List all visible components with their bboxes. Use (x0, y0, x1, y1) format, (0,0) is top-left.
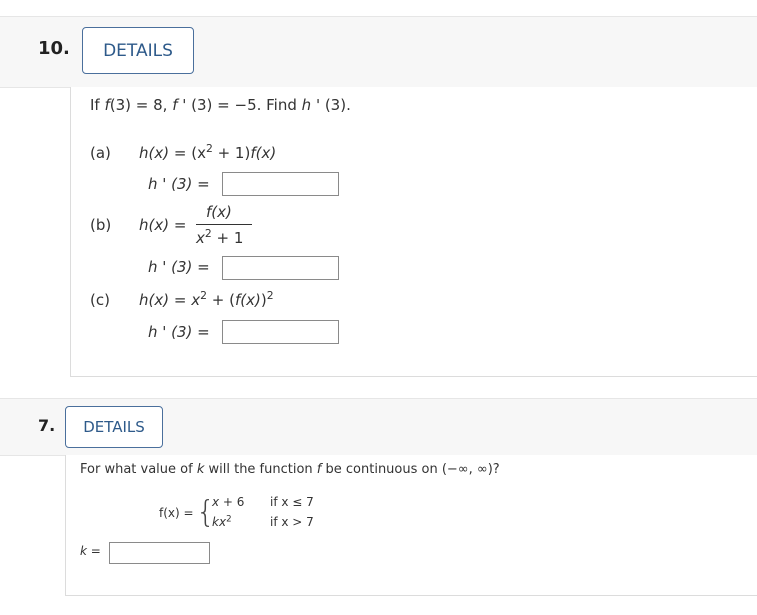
case-2-expression: kx2 (212, 514, 232, 529)
part-b-label: (b) (90, 216, 112, 234)
question-prompt: If f(3) = 8, f ' (3) = −5. Find h ' (3). (90, 96, 351, 114)
k-answer-input[interactable] (109, 542, 210, 564)
part-a-answer-label: h ' (3) = (148, 175, 210, 193)
part-c-answer-input[interactable] (222, 320, 339, 344)
part-a-function: h(x) = (x2 + 1)f(x) (139, 142, 277, 162)
piecewise-function-label: f(x) = (159, 506, 194, 520)
case-1-expression: x + 6 (212, 495, 245, 509)
details-button[interactable]: DETAILS (65, 406, 163, 448)
question-number: 7. (38, 416, 56, 435)
part-a-answer-input[interactable] (222, 172, 339, 196)
k-answer-label: k = (80, 544, 101, 558)
part-b-denominator: x2 + 1 (196, 227, 244, 247)
question-prompt: For what value of k will the function f … (80, 462, 500, 477)
case-1-condition: if x ≤ 7 (270, 495, 314, 509)
part-c-answer-label: h ' (3) = (148, 323, 210, 341)
case-2-condition: if x > 7 (270, 515, 314, 529)
part-c-label: (c) (90, 291, 110, 309)
part-b-function-lhs: h(x) = (139, 216, 187, 234)
part-a-label: (a) (90, 144, 111, 162)
question-number: 10. (38, 38, 70, 59)
details-button[interactable]: DETAILS (82, 27, 194, 74)
details-label: DETAILS (103, 40, 173, 61)
details-label: DETAILS (83, 418, 145, 436)
part-b-numerator: f(x) (206, 203, 232, 221)
part-b-answer-label: h ' (3) = (148, 258, 210, 276)
part-c-function: h(x) = x2 + (f(x))2 (139, 289, 274, 309)
fraction-bar (196, 224, 252, 225)
part-b-answer-input[interactable] (222, 256, 339, 280)
